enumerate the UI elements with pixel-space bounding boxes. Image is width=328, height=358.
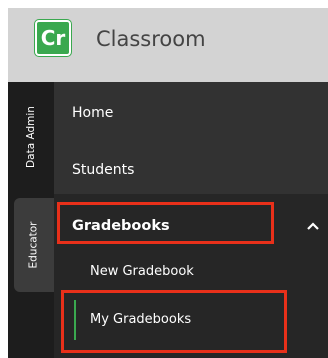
sidebar-item-label: Students	[72, 162, 135, 178]
rail-tab-educator[interactable]: Educator	[14, 198, 54, 292]
highlight-box-gradebooks	[57, 202, 274, 244]
highlight-box-my-gradebooks	[61, 290, 287, 353]
classroom-logo: Cr	[35, 20, 71, 56]
chevron-up-icon[interactable]	[306, 216, 320, 235]
sidebar-subitem-new-gradebook[interactable]: New Gradebook	[90, 264, 194, 279]
app-header: Cr Classroom	[8, 0, 328, 82]
rail-tab-label: Educator	[28, 221, 40, 269]
rail-tab-label: Data Admin	[25, 106, 37, 168]
chevron-up-icon-glyph	[307, 222, 319, 230]
rail-tab-data-admin[interactable]: Data Admin	[8, 82, 54, 192]
app-title: Classroom	[96, 27, 206, 51]
sidebar-item-label: Home	[72, 105, 114, 121]
role-rail: Data Admin Educator	[8, 82, 54, 358]
